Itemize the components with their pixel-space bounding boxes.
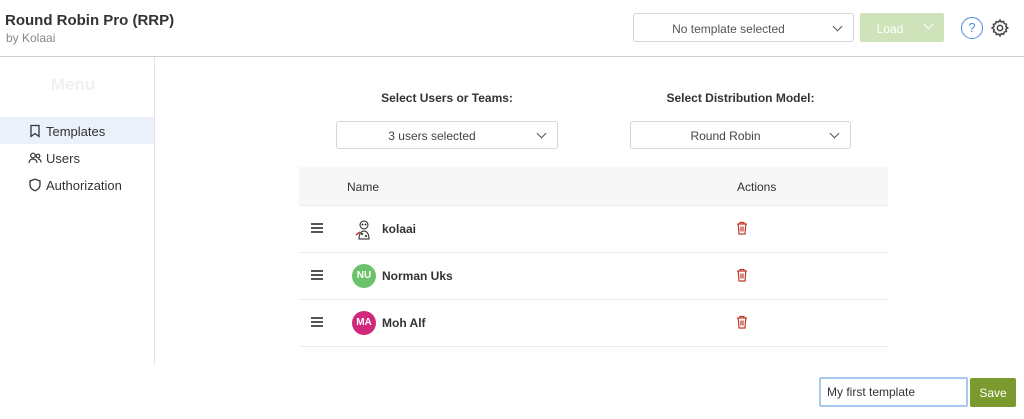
users-select-value: 3 users selected (388, 129, 476, 143)
menu-title: Menu (50, 75, 96, 94)
sidebar: Menu Templates Users Authorization (0, 57, 155, 365)
avatar (355, 220, 370, 240)
drag-handle-icon[interactable] (311, 317, 323, 327)
users-icon (28, 152, 42, 164)
trash-icon[interactable] (736, 221, 748, 235)
sidebar-item-label: Templates (46, 124, 106, 139)
avatar: MA (352, 311, 376, 335)
chevron-down-icon (829, 128, 840, 139)
column-header-actions: Actions (737, 180, 777, 194)
sidebar-item-templates[interactable]: Templates (0, 117, 154, 144)
chevron-down-icon (536, 128, 547, 139)
load-button-label: Load (876, 22, 904, 36)
sidebar-item-users[interactable]: Users (0, 144, 154, 171)
gear-icon[interactable] (990, 18, 1010, 38)
model-filter-label: Select Distribution Model: (666, 91, 815, 105)
shield-icon (29, 178, 41, 192)
trash-icon[interactable] (736, 315, 748, 329)
load-button[interactable]: Load (860, 13, 944, 42)
users-filter-label: Select Users or Teams: (381, 91, 513, 105)
distribution-model-select[interactable]: Round Robin (630, 121, 851, 149)
table-row: NU Norman Uks (299, 253, 888, 300)
help-icon[interactable]: ? (961, 17, 983, 39)
app-title: Round Robin Pro (RRP) (5, 12, 175, 29)
users-table: Name Actions kolaai NU Norman Uks MA Moh… (299, 167, 888, 347)
sidebar-item-authorization[interactable]: Authorization (0, 171, 154, 198)
distribution-model-value: Round Robin (690, 129, 761, 143)
avatar: NU (352, 264, 376, 288)
user-name: Norman Uks (382, 269, 453, 283)
template-select-value: No template selected (672, 22, 785, 36)
table-row: MA Moh Alf (299, 300, 888, 347)
template-select[interactable]: No template selected (633, 13, 854, 42)
app-subtitle: by Kolaai (6, 31, 56, 45)
template-name-input[interactable] (819, 377, 968, 407)
trash-icon[interactable] (736, 268, 748, 282)
sidebar-item-label: Users (46, 151, 80, 166)
table-row: kolaai (299, 206, 888, 253)
save-button[interactable]: Save (970, 378, 1016, 407)
chevron-down-icon (923, 19, 934, 30)
column-header-name: Name (347, 180, 380, 194)
app-header: Round Robin Pro (RRP) by Kolaai No templ… (0, 0, 1024, 57)
sidebar-item-label: Authorization (46, 178, 122, 193)
drag-handle-icon[interactable] (311, 270, 323, 280)
table-header: Name Actions (299, 167, 888, 206)
chevron-down-icon (832, 21, 843, 32)
drag-handle-icon[interactable] (311, 223, 323, 233)
user-name: Moh Alf (382, 316, 426, 330)
users-select[interactable]: 3 users selected (336, 121, 558, 149)
bookmark-icon (30, 124, 40, 138)
user-name: kolaai (382, 222, 417, 236)
